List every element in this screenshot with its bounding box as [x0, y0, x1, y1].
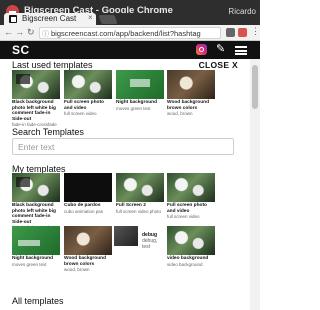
tab-close-icon[interactable]: × — [88, 13, 93, 22]
favicon-icon — [9, 15, 17, 23]
address-bar[interactable]: ⓘ bigscreencast.com/app/backend/list?has… — [39, 27, 221, 39]
extension-icon[interactable] — [238, 28, 247, 37]
close-panel-button[interactable]: CLOSE X — [199, 60, 238, 70]
tab-strip: Bigscreen Cast × Ricardo — [0, 7, 260, 25]
template-card[interactable]: video background video background — [167, 226, 215, 267]
page-info-icon[interactable]: ⓘ — [42, 29, 49, 39]
template-card[interactable]: Black background photo left white big co… — [12, 173, 60, 230]
tab-bigscreen-cast[interactable]: Bigscreen Cast × — [4, 13, 96, 25]
back-icon[interactable]: ← — [4, 27, 13, 37]
forward-icon[interactable]: → — [15, 27, 24, 37]
cast-extension-icon[interactable] — [226, 28, 235, 37]
tab-title: Bigscreen Cast — [22, 14, 77, 23]
last-used-title: Last used templates — [12, 60, 93, 70]
app-header: SC ✎ — [0, 41, 260, 59]
app-logo[interactable]: SC — [12, 43, 30, 57]
template-thumbnail — [167, 226, 215, 255]
template-card[interactable]: Night background moves green text — [12, 226, 60, 267]
template-thumbnail — [12, 173, 60, 202]
reload-icon[interactable]: ↻ — [27, 27, 35, 38]
page-scrollbar[interactable] — [250, 59, 260, 310]
hamburger-menu-icon[interactable] — [235, 46, 247, 55]
template-thumbnail — [167, 173, 215, 202]
page-content: Last used templates CLOSE X Black backgr… — [0, 59, 250, 310]
template-thumbnail — [114, 226, 138, 246]
template-card[interactable]: Wood background brown colors wood, brown — [64, 226, 112, 272]
search-input[interactable] — [12, 138, 234, 155]
search-templates-title: Search Templates — [12, 127, 84, 137]
template-card[interactable]: Night background moves green text — [116, 70, 164, 111]
scrollbar-thumb[interactable] — [252, 65, 258, 109]
template-card[interactable]: Black background photo left white big co… — [12, 70, 60, 127]
chrome-menu-icon[interactable]: ⋮ — [251, 26, 260, 37]
all-templates-title: All templates — [12, 296, 64, 306]
template-card[interactable]: Full screen photo and video full screen … — [167, 173, 215, 219]
browser-toolbar: ← → ↻ ⓘ bigscreencast.com/app/backend/li… — [0, 25, 260, 41]
template-card[interactable]: Wood background brown colors wood, brown — [167, 70, 215, 116]
template-thumbnail — [116, 70, 164, 99]
template-thumbnail — [12, 70, 60, 99]
template-thumbnail — [116, 173, 164, 202]
template-thumbnail — [64, 226, 112, 255]
instagram-icon[interactable] — [196, 44, 207, 55]
chrome-user-name[interactable]: Ricardo — [228, 7, 256, 16]
template-card[interactable]: Full Screen 2 full screen video photo — [116, 173, 164, 214]
template-card[interactable]: Full screen photo and video full screen … — [64, 70, 112, 116]
template-thumbnail — [12, 226, 60, 255]
template-thumbnail — [64, 70, 112, 99]
new-tab-button[interactable] — [98, 15, 118, 24]
template-thumbnail — [64, 173, 112, 202]
url-text: bigscreencast.com/app/backend/list?hasht… — [51, 29, 201, 38]
template-card[interactable]: debug debug, test — [114, 226, 164, 250]
template-thumbnail — [167, 70, 215, 99]
edit-tools-icon[interactable]: ✎ — [216, 42, 225, 55]
template-card[interactable]: Cubo de pardos cubo animation pas — [64, 173, 112, 214]
